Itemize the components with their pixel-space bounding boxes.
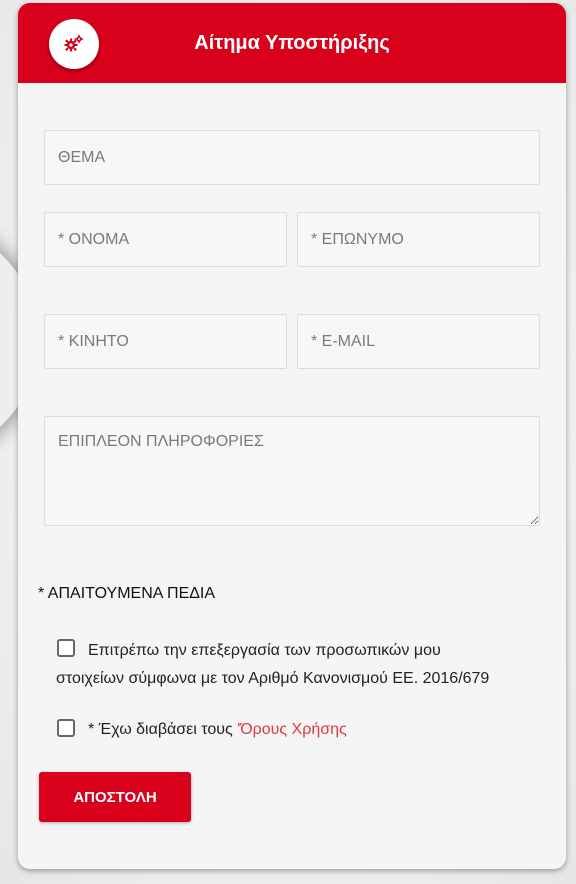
first-name-input[interactable]	[44, 212, 287, 267]
last-name-input[interactable]	[297, 212, 540, 267]
additional-info-textarea[interactable]	[44, 416, 540, 526]
mobile-input[interactable]	[44, 314, 287, 369]
gears-icon	[49, 19, 99, 69]
required-fields-note: * ΑΠΑΙΤΟΥΜΕΝΑ ΠΕΔΙΑ	[38, 585, 216, 602]
terms-checkbox[interactable]	[57, 719, 75, 737]
terms-link[interactable]: 'Όρους Χρήσης	[237, 721, 347, 738]
page-title: Αίτημα Υποστήριξης	[194, 31, 390, 54]
terms-prefix: * Έχω διαβάσει τους	[88, 721, 238, 738]
consent-line-2: στοιχείων σύμφωνα με τον Αριθμό Κανονισμ…	[56, 670, 490, 687]
submit-button[interactable]: ΑΠΟΣΤΟΛΗ	[39, 772, 191, 822]
terms-text: * Έχω διαβάσει τους 'Όρους Χρήσης	[88, 721, 347, 739]
consent-text: Επιτρέπω την επεξεργασία των προσωπικών …	[56, 637, 546, 693]
support-request-card: Αίτημα Υποστήριξης * ΑΠΑΙΤΟΥΜΕΝΑ ΠΕΔΙΑ Ε…	[18, 3, 566, 869]
consent-line-1: Επιτρέπω την επεξεργασία των προσωπικών …	[88, 642, 441, 659]
email-input[interactable]	[297, 314, 540, 369]
subject-input[interactable]	[44, 130, 540, 185]
card-header: Αίτημα Υποστήριξης	[18, 3, 566, 83]
